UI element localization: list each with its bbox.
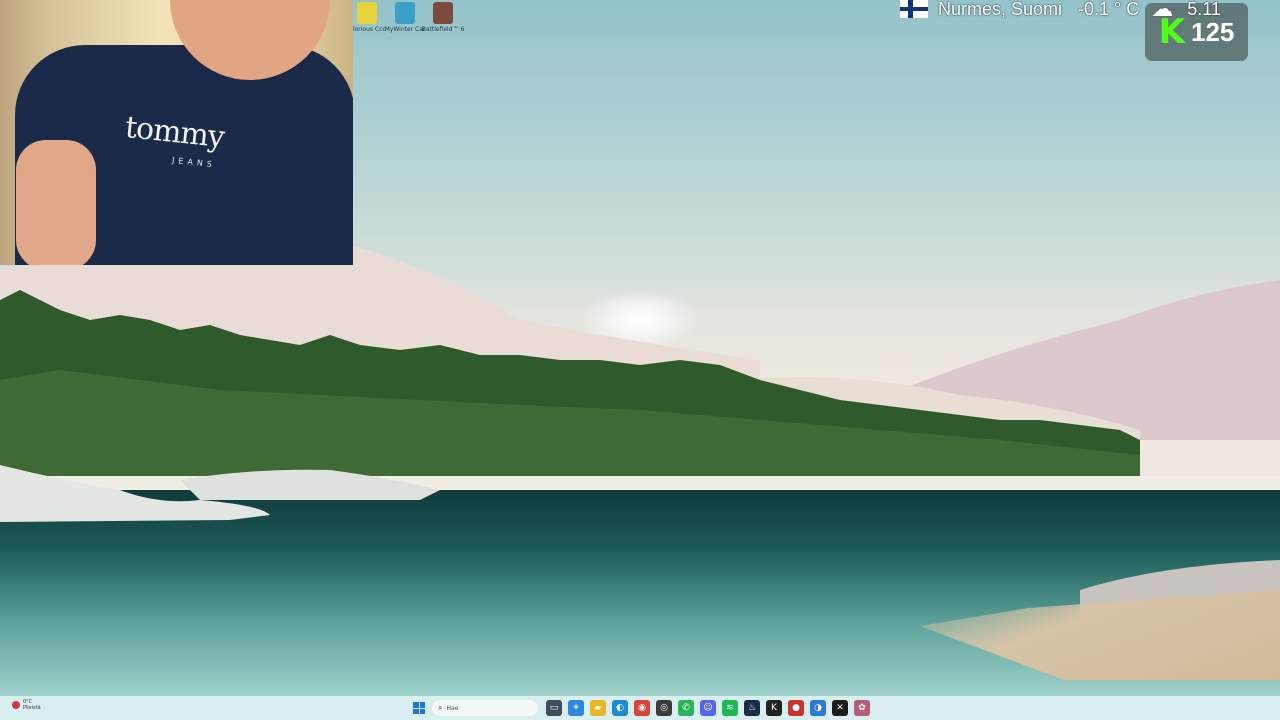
edge-dev-icon[interactable]: ◑: [810, 700, 826, 716]
kick-app-icon[interactable]: K: [766, 700, 782, 716]
discord-icon[interactable]: ☺: [700, 700, 716, 716]
desktop-icon-label: MyWinter Car: [384, 26, 426, 33]
taskbar: 0°C Pilvistä ⌕ Hae ▭ ✦ ▰ ◐ ◉ ◎ ✆ ☺ ≋ ♨ K ● ◑ ✕ ✿: [0, 696, 1280, 720]
desktop-icon-label: Glorious Ccc: [348, 26, 386, 33]
folder-icon[interactable]: ▰: [590, 700, 606, 716]
desktop-icon-mywintercar[interactable]: MyWinter Car: [385, 2, 425, 33]
desktop: Glorious Ccc MyWinter Car Battlefield™ 6…: [0, 0, 1280, 696]
webcam-overlay: tommy JEANS: [0, 0, 353, 265]
weather-icon: [12, 701, 20, 709]
desktop-icons: Glorious Ccc MyWinter Car Battlefield™ 6: [348, 2, 464, 33]
cloudy-weather-icon: ☁: [1151, 0, 1174, 22]
obs-icon[interactable]: ◎: [656, 700, 672, 716]
stream-status-overlay: Nurmes, Suomi -0.1 ° C ☁ 5.11: [900, 0, 1221, 24]
start-button[interactable]: [413, 702, 425, 714]
desktop-icon-glorious[interactable]: Glorious Ccc: [348, 2, 386, 33]
location-label: Nurmes, Suomi: [938, 0, 1063, 19]
search-icon: ⌕: [438, 703, 443, 712]
webcam-person-arm: [16, 140, 96, 265]
taskbar-apps: ▭ ✦ ▰ ◐ ◉ ◎ ✆ ☺ ≋ ♨ K ● ◑ ✕ ✿: [546, 700, 870, 716]
taskbar-weather-widget[interactable]: 0°C Pilvistä: [12, 699, 41, 711]
desktop-icon-label: Battlefield™ 6: [421, 26, 465, 33]
chrome-icon[interactable]: ◉: [634, 700, 650, 716]
tray-icon[interactable]: ✿: [854, 700, 870, 716]
temperature-label: -0.1 ° C: [1078, 0, 1140, 19]
spotify-icon[interactable]: ≋: [722, 700, 738, 716]
taskbar-search-box[interactable]: ⌕ Hae: [432, 700, 538, 716]
search-placeholder: Hae: [446, 704, 459, 712]
desktop-icon-battlefield[interactable]: Battlefield™ 6: [422, 2, 464, 33]
file-explorer-icon[interactable]: ▭: [546, 700, 562, 716]
clock-label: 5.11: [1187, 0, 1221, 19]
copilot-icon[interactable]: ✦: [568, 700, 584, 716]
record-icon[interactable]: ●: [788, 700, 804, 716]
mywintercar-app-icon: [395, 2, 415, 24]
finland-flag-icon: [900, 0, 928, 18]
edge-icon[interactable]: ◐: [612, 700, 628, 716]
whatsapp-icon[interactable]: ✆: [678, 700, 694, 716]
battlefield-app-icon: [433, 2, 453, 24]
weather-desc: Pilvistä: [23, 705, 41, 711]
glorious-app-icon: [357, 2, 377, 24]
capcut-icon[interactable]: ✕: [832, 700, 848, 716]
steam-icon[interactable]: ♨: [744, 700, 760, 716]
